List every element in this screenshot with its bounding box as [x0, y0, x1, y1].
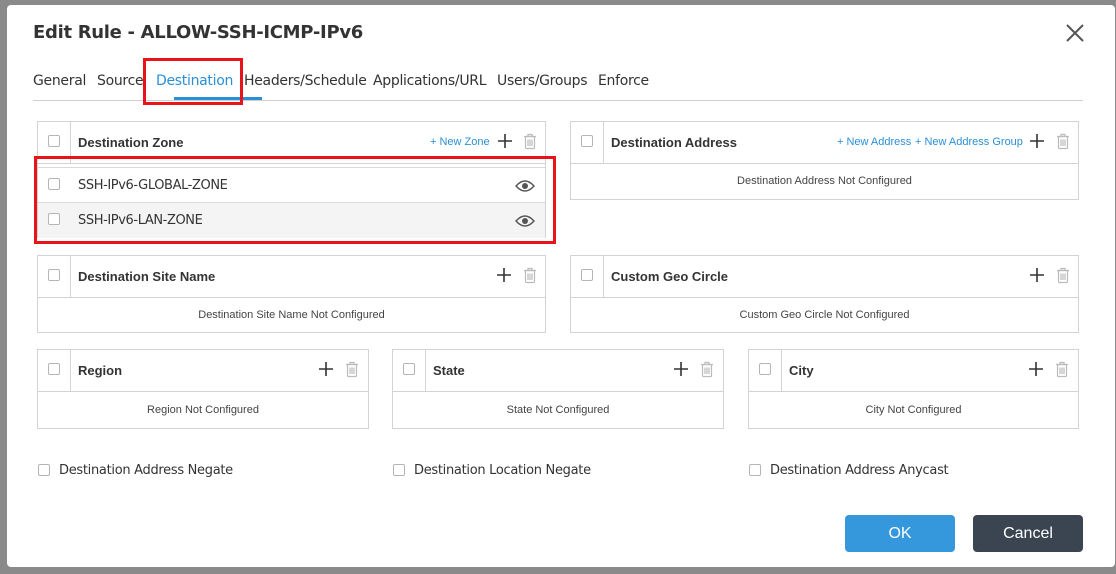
trash-icon[interactable]: [1055, 361, 1069, 378]
destination-address-negate-label: Destination Address Negate: [59, 463, 233, 478]
tab-general[interactable]: General: [33, 73, 86, 89]
tab-users-groups[interactable]: Users/Groups: [497, 73, 588, 89]
zone-name: SSH-IPv6-GLOBAL-ZONE: [78, 178, 228, 193]
trash-icon[interactable]: [523, 133, 537, 150]
city-label: City: [789, 363, 814, 378]
destination-address-negate-checkbox[interactable]: [38, 464, 50, 476]
tab-source[interactable]: Source: [97, 73, 144, 89]
destination-address-panel: Destination Address + New Address + New …: [570, 121, 1079, 200]
destination-zone-select-all-checkbox[interactable]: [48, 135, 60, 147]
plus-icon[interactable]: [318, 361, 334, 377]
table-row[interactable]: SSH-IPv6-LAN-ZONE: [38, 202, 545, 238]
state-empty: State Not Configured: [506, 403, 610, 416]
plus-icon[interactable]: [673, 361, 689, 377]
destination-zone-panel: Destination Zone + New Zone SSH-IPv6-GLO…: [37, 121, 546, 238]
trash-icon[interactable]: [1056, 133, 1070, 150]
eye-icon[interactable]: [515, 179, 535, 193]
plus-icon[interactable]: [1028, 361, 1044, 377]
plus-icon[interactable]: [1029, 133, 1045, 149]
table-row[interactable]: SSH-IPv6-GLOBAL-ZONE: [38, 167, 545, 203]
city-select-all-checkbox[interactable]: [759, 363, 771, 375]
edit-rule-dialog: Edit Rule - ALLOW-SSH-ICMP-IPv6 General …: [7, 5, 1115, 567]
state-label: State: [433, 363, 465, 378]
destination-zone-label: Destination Zone: [78, 135, 184, 150]
city-empty: City Not Configured: [865, 403, 962, 416]
geo-circle-select-all-checkbox[interactable]: [581, 269, 593, 281]
destination-address-label: Destination Address: [611, 135, 737, 150]
trash-icon[interactable]: [1056, 267, 1070, 284]
destination-location-negate-label: Destination Location Negate: [414, 463, 591, 478]
trash-icon[interactable]: [700, 361, 714, 378]
destination-location-negate-option[interactable]: Destination Location Negate: [393, 463, 591, 478]
destination-address-anycast-checkbox[interactable]: [749, 464, 761, 476]
destination-address-select-all-checkbox[interactable]: [581, 135, 593, 147]
destination-site-name-label: Destination Site Name: [78, 269, 216, 284]
plus-icon[interactable]: [496, 267, 512, 283]
zone-name: SSH-IPv6-LAN-ZONE: [78, 213, 203, 228]
active-tab-indicator: [174, 97, 262, 100]
new-address-group-link[interactable]: + New Address Group: [915, 136, 1023, 148]
region-label: Region: [78, 363, 123, 378]
plus-icon[interactable]: [497, 133, 513, 149]
custom-geo-circle-label: Custom Geo Circle: [611, 269, 729, 284]
trash-icon[interactable]: [523, 267, 537, 284]
cancel-button[interactable]: Cancel: [973, 515, 1083, 552]
city-panel: City City Not Configured: [748, 349, 1079, 429]
ok-button[interactable]: OK: [845, 515, 955, 552]
destination-address-empty: Destination Address Not Configured: [737, 175, 912, 187]
trash-icon[interactable]: [345, 361, 359, 378]
destination-address-anycast-option[interactable]: Destination Address Anycast: [749, 463, 949, 478]
destination-site-name-empty: Destination Site Name Not Configured: [198, 308, 385, 321]
custom-geo-circle-panel: Custom Geo Circle Custom Geo Circle Not …: [570, 255, 1079, 333]
destination-address-negate-option[interactable]: Destination Address Negate: [38, 463, 233, 478]
dialog-title: Edit Rule - ALLOW-SSH-ICMP-IPv6: [33, 22, 363, 43]
destination-zone-header: Destination Zone + New Zone: [38, 122, 545, 164]
eye-icon[interactable]: [515, 214, 535, 228]
state-panel: State State Not Configured: [392, 349, 724, 429]
custom-geo-circle-empty: Custom Geo Circle Not Configured: [739, 308, 910, 321]
tab-bar: General Source Destination Headers/Sched…: [33, 67, 1083, 101]
close-icon[interactable]: [1064, 22, 1086, 44]
row-checkbox[interactable]: [48, 213, 60, 225]
tab-enforce[interactable]: Enforce: [598, 73, 649, 89]
destination-address-anycast-label: Destination Address Anycast: [770, 463, 949, 478]
tab-applications-url[interactable]: Applications/URL: [373, 73, 487, 89]
tab-headers-schedule[interactable]: Headers/Schedule: [244, 73, 367, 89]
row-checkbox[interactable]: [48, 178, 60, 190]
destination-site-name-panel: Destination Site Name Destination Site N…: [37, 255, 546, 333]
state-select-all-checkbox[interactable]: [403, 363, 415, 375]
tab-destination[interactable]: Destination: [156, 73, 233, 89]
destination-location-negate-checkbox[interactable]: [393, 464, 405, 476]
new-address-link[interactable]: + New Address: [837, 136, 911, 148]
new-zone-link[interactable]: + New Zone: [430, 136, 490, 148]
site-name-select-all-checkbox[interactable]: [48, 269, 60, 281]
region-empty: Region Not Configured: [147, 403, 259, 416]
region-panel: Region Region Not Configured: [37, 349, 369, 429]
plus-icon[interactable]: [1029, 267, 1045, 283]
region-select-all-checkbox[interactable]: [48, 363, 60, 375]
